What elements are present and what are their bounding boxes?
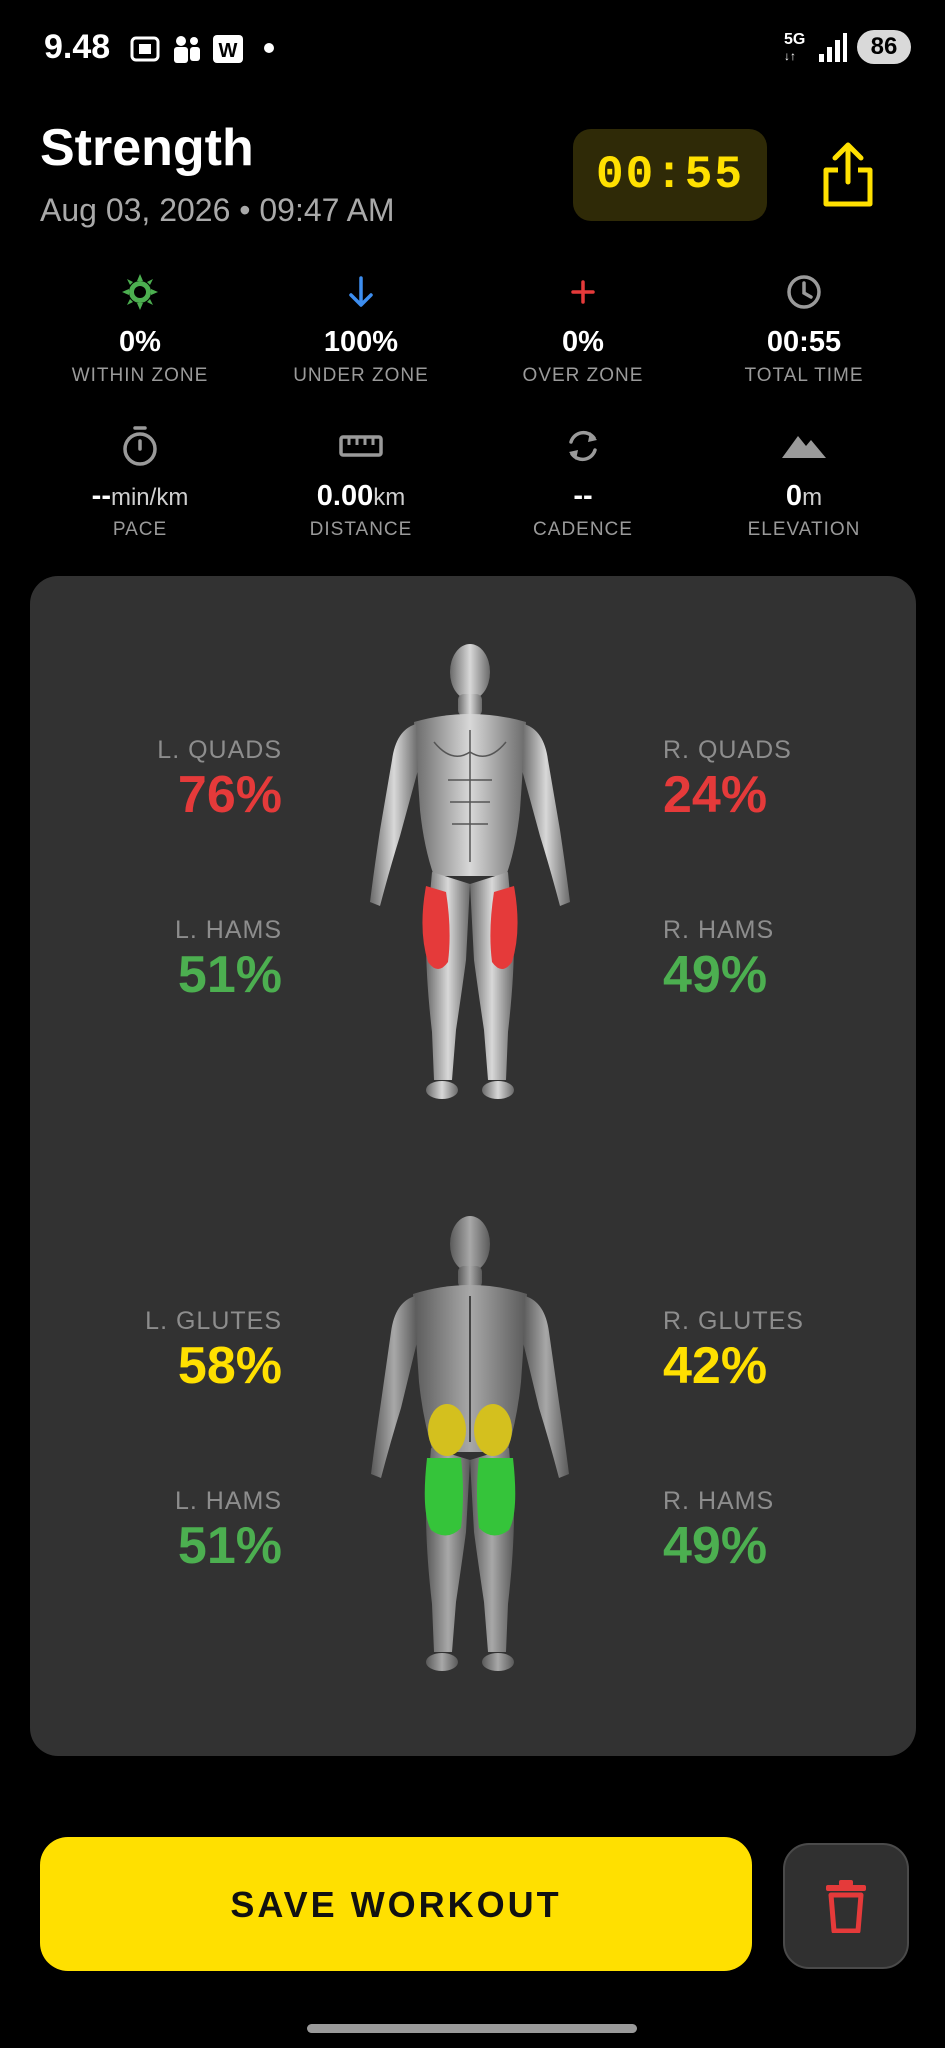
stat-within-zone: 0% WITHIN ZONE: [30, 268, 250, 387]
stat-value: --: [91, 480, 111, 512]
muscle-value: 42%: [663, 1337, 768, 1395]
status-bar: 9.48 W 5G ↓↑ 86: [0, 0, 945, 100]
muscle-value: 49%: [663, 1517, 768, 1575]
mountain-icon: [782, 436, 826, 458]
muscle-label: L. HAMS: [174, 1487, 282, 1515]
stat-cadence: -- CADENCE: [473, 422, 693, 541]
stat-label: OVER ZONE: [522, 365, 644, 386]
stat-unit: km: [373, 484, 406, 511]
stat-label: TOTAL TIME: [744, 365, 864, 386]
muscle-label: R. QUADS: [663, 736, 792, 764]
battery-indicator: 86: [857, 30, 911, 64]
stat-label: WITHIN ZONE: [71, 365, 209, 386]
clock-icon: [787, 275, 821, 309]
muscle-value: 49%: [663, 946, 768, 1004]
share-icon[interactable]: [818, 140, 878, 210]
l-quads-stat: L. QUADS 76%: [22, 736, 282, 825]
word-icon: W: [213, 35, 243, 63]
stat-label: ELEVATION: [747, 519, 861, 540]
muscle-label: L. QUADS: [157, 736, 282, 764]
screenshot-icon: [130, 36, 160, 62]
stat-label: DISTANCE: [309, 519, 413, 540]
muscle-value: 51%: [177, 946, 282, 1004]
trash-icon: [826, 1880, 866, 1933]
l-glutes-stat: L. GLUTES 58%: [22, 1307, 282, 1396]
stat-distance: 0.00km DISTANCE: [251, 422, 471, 541]
back-body-figure: [371, 1216, 569, 1671]
teams-icon: [174, 36, 200, 63]
muscle-value: 51%: [177, 1517, 282, 1575]
front-body-figure: [370, 644, 570, 1099]
stat-value: --: [573, 480, 593, 512]
svg-text:W: W: [219, 40, 238, 62]
stat-total-time: 00:55 TOTAL TIME: [694, 268, 914, 387]
stat-over-zone: 0% OVER ZONE: [473, 268, 693, 387]
ruler-icon: [339, 435, 383, 457]
network-type-label: 5G: [784, 31, 806, 48]
workout-datetime: Aug 03, 2026 • 09:47 AM: [40, 192, 395, 228]
stat-under-zone: 100% UNDER ZONE: [251, 268, 471, 387]
stat-value: 0%: [119, 326, 161, 358]
stat-unit: m: [802, 484, 823, 511]
muscle-label: L. GLUTES: [145, 1307, 282, 1335]
plus-icon: [571, 280, 595, 304]
arrow-down-icon: [349, 276, 373, 307]
stopwatch-icon: [123, 426, 157, 466]
r-hams-back-stat: R. HAMS 49%: [663, 1487, 923, 1576]
stat-value: 0: [785, 480, 803, 512]
l-hams-back-stat: L. HAMS 51%: [22, 1487, 282, 1576]
network-type-icon: 5G ↓↑: [784, 31, 806, 64]
muscle-label: R. GLUTES: [663, 1307, 804, 1335]
signal-icon: [819, 33, 847, 62]
sun-icon: [122, 274, 158, 310]
workout-timer: 00:55: [573, 129, 767, 221]
page-title: Strength: [40, 119, 254, 177]
muscle-label: L. HAMS: [174, 916, 282, 944]
r-glutes-stat: R. GLUTES 42%: [663, 1307, 923, 1396]
cadence-icon: [569, 430, 597, 462]
stat-unit: min/km: [110, 484, 189, 511]
muscle-value: 58%: [177, 1337, 282, 1395]
stat-value: 0.00: [316, 480, 374, 512]
stat-label: PACE: [112, 519, 168, 540]
muscle-value: 24%: [663, 766, 768, 824]
r-hams-front-stat: R. HAMS 49%: [663, 916, 923, 1005]
home-indicator[interactable]: [307, 2024, 637, 2033]
muscle-label: R. HAMS: [663, 1487, 775, 1515]
stat-elevation: 0m ELEVATION: [694, 422, 914, 541]
muscle-value: 76%: [177, 766, 282, 824]
r-quads-stat: R. QUADS 24%: [663, 736, 923, 825]
stat-value: 100%: [323, 326, 399, 358]
delete-button[interactable]: [783, 1843, 909, 1969]
stat-label: CADENCE: [533, 519, 633, 540]
stat-value: 0%: [562, 326, 604, 358]
save-workout-button[interactable]: SAVE WORKOUT: [40, 1837, 752, 1971]
notification-dot-icon: [264, 43, 274, 53]
stat-pace: --min/km PACE: [30, 422, 250, 541]
stat-label: UNDER ZONE: [293, 365, 429, 386]
stat-value: 00:55: [766, 326, 842, 358]
status-time: 9.48: [44, 28, 111, 66]
muscle-label: R. HAMS: [663, 916, 775, 944]
l-hams-front-stat: L. HAMS 51%: [22, 916, 282, 1005]
